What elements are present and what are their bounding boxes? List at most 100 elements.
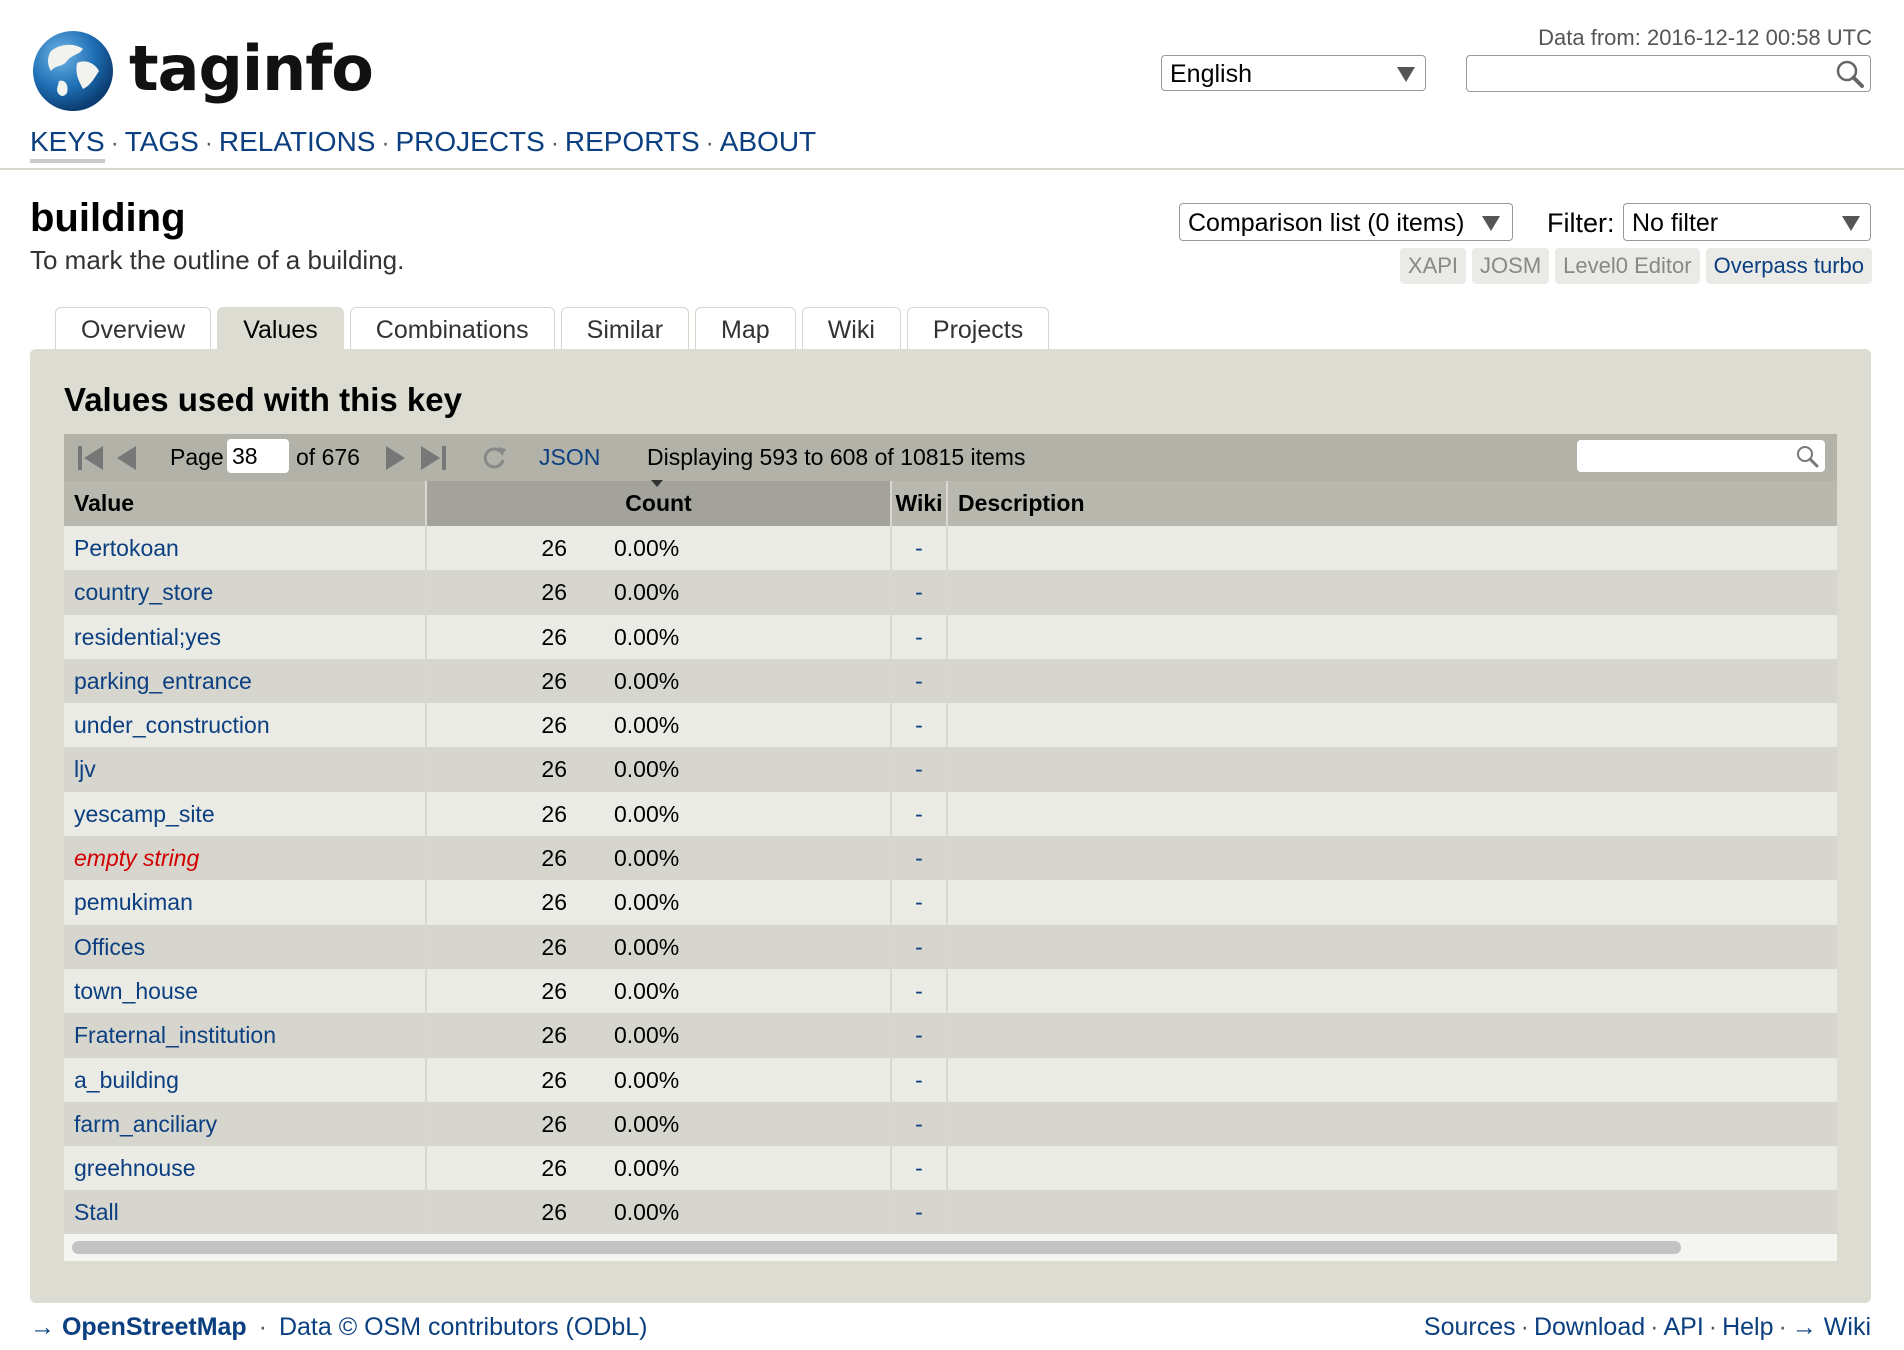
nav-tags[interactable]: TAGS bbox=[125, 126, 199, 157]
first-page-icon[interactable] bbox=[77, 445, 105, 471]
value-link[interactable]: town_house bbox=[74, 978, 198, 1004]
wiki-cell[interactable]: - bbox=[892, 924, 948, 969]
value-cell: Offices bbox=[64, 924, 427, 969]
column-header-count[interactable]: Count bbox=[427, 480, 892, 526]
nav-relations[interactable]: RELATIONS bbox=[219, 126, 376, 157]
xapi-button[interactable]: XAPI bbox=[1399, 248, 1467, 284]
wiki-cell[interactable]: - bbox=[892, 1101, 948, 1147]
footer-link-wiki[interactable]: → Wiki bbox=[1792, 1313, 1871, 1341]
global-search-input[interactable] bbox=[1466, 55, 1871, 92]
count-cell: 26 0.00% bbox=[427, 1101, 892, 1147]
column-header-value[interactable]: Value bbox=[64, 481, 427, 526]
count-cell: 26 0.00% bbox=[427, 1190, 892, 1235]
count-percent: 0.00% bbox=[614, 579, 680, 606]
json-link[interactable]: JSON bbox=[539, 444, 600, 471]
value-link[interactable]: ljv bbox=[74, 756, 96, 782]
count-cell: 26 0.00% bbox=[427, 1146, 892, 1191]
value-link[interactable]: Fraternal_institution bbox=[74, 1022, 276, 1048]
count-percent: 0.00% bbox=[614, 667, 680, 694]
filter-select[interactable]: No filter bbox=[1623, 203, 1871, 241]
value-link[interactable]: Stall bbox=[74, 1199, 119, 1225]
page-number-input[interactable]: 38 bbox=[227, 439, 289, 473]
count-cell: 26 0.00% bbox=[427, 1057, 892, 1102]
scrollbar-thumb[interactable] bbox=[72, 1241, 1681, 1254]
tab-projects[interactable]: Projects bbox=[906, 307, 1050, 349]
data-credit-link[interactable]: Data © OSM contributors (ODbL) bbox=[279, 1313, 648, 1341]
language-select[interactable]: English bbox=[1161, 55, 1426, 91]
openstreetmap-link[interactable]: OpenStreetMap bbox=[62, 1313, 247, 1341]
search-icon[interactable] bbox=[1835, 59, 1865, 89]
logo-text[interactable]: taginfo bbox=[129, 32, 374, 105]
value-link[interactable]: Offices bbox=[74, 934, 145, 960]
wiki-cell[interactable]: - bbox=[892, 836, 948, 881]
value-link[interactable]: pemukiman bbox=[74, 889, 193, 915]
wiki-cell[interactable]: - bbox=[892, 747, 948, 792]
taginfo-globe-logo-icon[interactable] bbox=[31, 29, 115, 113]
wiki-cell[interactable]: - bbox=[892, 658, 948, 704]
value-link[interactable]: under_construction bbox=[74, 712, 270, 738]
previous-page-icon[interactable] bbox=[116, 445, 138, 471]
count-percent: 0.00% bbox=[614, 1155, 680, 1182]
value-link[interactable]: farm_anciliary bbox=[74, 1111, 217, 1137]
table-row: Pertokoan 26 0.00% - bbox=[64, 526, 1837, 571]
tab-combinations[interactable]: Combinations bbox=[349, 307, 555, 349]
footer-link-help[interactable]: Help bbox=[1722, 1313, 1773, 1341]
value-link[interactable]: yescamp_site bbox=[74, 801, 215, 827]
tab-wiki[interactable]: Wiki bbox=[801, 307, 901, 349]
value-cell: a_building bbox=[64, 1057, 427, 1102]
last-page-icon[interactable] bbox=[419, 445, 447, 471]
count-cell: 26 0.00% bbox=[427, 703, 892, 748]
value-link[interactable]: parking_entrance bbox=[74, 668, 252, 694]
level0-editor-button[interactable]: Level0 Editor bbox=[1555, 248, 1700, 284]
table-body: Pertokoan 26 0.00% - country_store 26 0.00% - re… bbox=[64, 526, 1837, 1235]
editor-buttons: XAPI JOSM Level0 Editor Overpass turbo bbox=[1399, 248, 1872, 284]
comparison-list-select[interactable]: Comparison list (0 items) bbox=[1179, 203, 1513, 241]
josm-button[interactable]: JOSM bbox=[1472, 248, 1550, 284]
description-cell bbox=[948, 1190, 1837, 1234]
tab-similar[interactable]: Similar bbox=[560, 307, 690, 349]
footer-link-api[interactable]: API bbox=[1663, 1313, 1703, 1341]
table-row: residential;yes 26 0.00% - bbox=[64, 614, 1837, 659]
search-icon[interactable] bbox=[1795, 444, 1819, 468]
value-cell: empty string bbox=[64, 836, 427, 881]
wiki-cell[interactable]: - bbox=[892, 703, 948, 748]
tab-overview[interactable]: Overview bbox=[55, 307, 212, 349]
nav-separator: · bbox=[110, 130, 119, 157]
nav-about[interactable]: ABOUT bbox=[720, 126, 816, 157]
table-row: Fraternal_institution 26 0.00% - bbox=[64, 1013, 1837, 1058]
table-search-input[interactable] bbox=[1577, 440, 1825, 472]
column-header-wiki[interactable]: Wiki bbox=[892, 481, 948, 526]
nav-keys[interactable]: KEYS bbox=[30, 126, 105, 163]
description-cell bbox=[948, 570, 1837, 614]
wiki-cell[interactable]: - bbox=[892, 880, 948, 925]
next-page-icon[interactable] bbox=[384, 445, 406, 471]
description-cell bbox=[948, 925, 1837, 969]
wiki-cell[interactable]: - bbox=[892, 968, 948, 1014]
value-link[interactable]: Pertokoan bbox=[74, 535, 179, 561]
horizontal-scrollbar[interactable] bbox=[64, 1234, 1837, 1261]
wiki-cell[interactable]: - bbox=[892, 1190, 948, 1235]
wiki-cell[interactable]: - bbox=[892, 614, 948, 659]
tab-values[interactable]: Values bbox=[217, 307, 344, 350]
wiki-cell[interactable]: - bbox=[892, 570, 948, 615]
count-value: 26 bbox=[541, 667, 567, 694]
wiki-cell[interactable]: - bbox=[892, 1057, 948, 1102]
nav-reports[interactable]: REPORTS bbox=[565, 126, 700, 157]
value-link[interactable]: residential;yes bbox=[74, 624, 221, 650]
nav-projects[interactable]: PROJECTS bbox=[395, 126, 544, 157]
value-link[interactable]: a_building bbox=[74, 1067, 179, 1093]
wiki-cell[interactable]: - bbox=[892, 1146, 948, 1191]
tab-map[interactable]: Map bbox=[695, 307, 796, 349]
wiki-cell[interactable]: - bbox=[892, 791, 948, 837]
wiki-cell[interactable]: - bbox=[892, 526, 948, 571]
value-link[interactable]: country_store bbox=[74, 579, 213, 605]
value-link[interactable]: empty string bbox=[74, 845, 199, 871]
wiki-cell[interactable]: - bbox=[892, 1013, 948, 1058]
overpass-turbo-button[interactable]: Overpass turbo bbox=[1705, 248, 1872, 284]
count-percent: 0.00% bbox=[614, 1066, 680, 1093]
column-header-description[interactable]: Description bbox=[948, 481, 1837, 526]
footer-link-download[interactable]: Download bbox=[1534, 1313, 1645, 1341]
footer-link-sources[interactable]: Sources bbox=[1424, 1313, 1516, 1341]
refresh-icon[interactable] bbox=[481, 445, 507, 471]
value-link[interactable]: greehnouse bbox=[74, 1155, 196, 1181]
